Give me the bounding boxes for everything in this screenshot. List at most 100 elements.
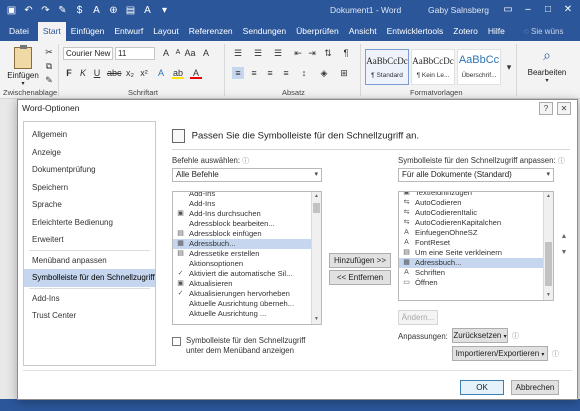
text-effects-icon[interactable]: A [155,67,167,79]
qat-scrollbar[interactable]: ▲ ▼ [543,192,553,300]
minimize-icon[interactable]: – [518,1,538,19]
tab-referenzen[interactable]: Referenzen [184,22,238,41]
nav-dokumentpruefung[interactable]: Dokumentprüfung [24,161,155,179]
qat-item[interactable]: ▦ Adressbuch... [399,258,544,268]
scroll-thumb[interactable] [313,203,320,213]
multilevel-list-icon[interactable]: ☰ [272,47,284,59]
remove-button[interactable]: << Entfernen [329,270,391,285]
command-item[interactable]: Add-Ins [173,199,312,209]
cancel-button[interactable]: Abbrechen [511,380,559,395]
ok-button[interactable]: OK [460,380,504,395]
change-case-icon[interactable]: Aa [184,47,196,59]
nav-erleichterte-bedienung[interactable]: Erleichterte Bedienung [24,214,155,232]
qat-item[interactable]: A FontReset [399,238,544,248]
tab-ueberpruefen[interactable]: Überprüfen [291,22,344,41]
bullets-icon[interactable]: ☰ [232,47,244,59]
command-item[interactable]: ▤ Adressetike erstellen [173,249,312,259]
italic-icon[interactable]: K [77,67,89,79]
scroll-down-icon[interactable]: ▼ [312,315,321,324]
choose-commands-dropdown[interactable]: Alle Befehle ▾ [172,168,322,182]
command-item[interactable]: Aktionsoptionen [173,259,312,269]
modify-button[interactable]: Ändern... [398,310,438,325]
underline-icon[interactable]: U [91,67,103,79]
nav-symbolleiste-schnellzugriff[interactable]: Symbolleiste für den Schnellzugriff [24,269,155,287]
command-item[interactable]: ✓ Aktualisierungen hervorheben [173,289,312,299]
cut-icon[interactable]: ✂ [43,46,55,58]
move-down-button[interactable]: ▼ [559,249,569,259]
text-icon[interactable]: A [89,3,104,18]
import-export-button[interactable]: Importieren/Exportieren ▾ [452,346,548,361]
font-color-icon[interactable]: A [190,67,202,79]
strikethrough-icon[interactable]: abc [107,67,122,79]
qat-item[interactable]: ⇆ AutoCodieren [399,198,544,208]
command-item[interactable]: Add-Ins [173,192,312,199]
font-size-combo[interactable]: 11 [115,47,155,60]
command-item[interactable]: ▣ Aktualisieren [173,279,312,289]
command-item[interactable]: ✓ Aktiviert die automatische Sil... [173,269,312,279]
decrease-indent-icon[interactable]: ⇤ [292,47,304,59]
scroll-down-icon[interactable]: ▼ [544,291,553,300]
grow-font-icon[interactable]: A [160,47,172,59]
bold-icon[interactable]: F [63,67,75,79]
increase-indent-icon[interactable]: ⇥ [306,47,318,59]
available-commands-list[interactable]: Add-Ins Add-Ins ▣ Add-Ins durchsuchen Adress… [172,191,322,325]
command-item[interactable]: ▦ Adressbuch... [173,239,312,249]
style-heading[interactable]: AaBbCc Überschrif... [457,49,501,85]
styles-more-icon[interactable]: ▾ [503,61,515,73]
tab-ansicht[interactable]: Ansicht [344,22,382,41]
tab-layout[interactable]: Layout [148,22,184,41]
nav-add-ins[interactable]: Add-Ins [24,290,155,308]
commands-scrollbar[interactable]: ▲ ▼ [311,192,321,324]
scroll-thumb[interactable] [545,242,552,286]
qat-item[interactable]: A Schriften [399,268,544,278]
redo-icon[interactable]: ↷ [38,3,53,18]
shrink-font-icon[interactable]: A [172,47,184,59]
tab-entwicklertools[interactable]: Entwicklertools [382,22,449,41]
borders-icon[interactable]: ⊞ [338,67,350,79]
insert-icon[interactable]: ⊕ [106,3,121,18]
command-item[interactable]: Adressblock bearbeiten... [173,219,312,229]
paste-icon[interactable]: ▤ [123,3,138,18]
tab-sendungen[interactable]: Sendungen [238,22,292,41]
style-no-spacing[interactable]: AaBbCcDc ¶ Kein Le... [411,49,455,85]
sort-icon[interactable]: ⇅ [322,47,334,59]
tab-einfuegen[interactable]: Einfügen [66,22,110,41]
ribbon-display-icon[interactable]: ▭ [498,1,518,19]
tab-start[interactable]: Start [37,22,66,41]
qat-item[interactable]: ⇆ AutoCodierenItalic [399,208,544,218]
paste-button[interactable]: Einfügen ▾ [6,45,40,87]
justify-icon[interactable]: ≡ [280,67,292,79]
dollar-icon[interactable]: $ [72,3,87,18]
nav-anzeige[interactable]: Anzeige [24,144,155,162]
user-name[interactable]: Gaby Salnsberg [428,5,489,15]
format-painter-icon[interactable]: ✎ [55,3,70,18]
reset-button[interactable]: Zurücksetzen ▾ [452,328,508,343]
qat-item[interactable]: ⇆ AutoCodierenKapitalchen [399,218,544,228]
tab-hilfe[interactable]: Hilfe [483,22,510,41]
command-item[interactable]: Aktuelle Ausrichtung ... [173,309,312,319]
nav-trust-center[interactable]: Trust Center [24,307,155,325]
close-icon[interactable]: ✕ [558,1,578,19]
qat-item[interactable]: ▭ Öffnen [399,278,544,288]
qat-item[interactable]: ▣ Textfeldhinzugen [399,192,544,198]
copy-icon[interactable]: ⧉ [43,60,55,72]
nav-erweitert[interactable]: Erweitert [24,231,155,249]
subscript-icon[interactable]: x₂ [124,67,136,79]
superscript-icon[interactable]: x² [138,67,150,79]
help-button[interactable]: ? [539,102,553,115]
maximize-icon[interactable]: □ [538,1,558,19]
font-icon[interactable]: A [140,3,155,18]
qat-commands-list[interactable]: ▣ Textfeldhinzugen ⇆ AutoCodieren ⇆ AutoCodie… [398,191,554,301]
tab-datei[interactable]: Datei [0,22,38,41]
clear-formatting-icon[interactable]: A [200,47,212,59]
font-name-combo[interactable]: Courier New [63,47,113,60]
add-button[interactable]: Hinzufügen >> [329,253,391,268]
command-item[interactable]: ▤ Adressblock einfügen [173,229,312,239]
tab-zotero[interactable]: Zotero [448,22,483,41]
scroll-up-icon[interactable]: ▲ [544,192,553,201]
tell-me-box[interactable]: ◌ Sie wüns [524,24,576,39]
close-button[interactable]: ✕ [557,102,571,115]
command-item[interactable]: ▣ Add-Ins durchsuchen [173,209,312,219]
nav-sprache[interactable]: Sprache [24,196,155,214]
move-up-button[interactable]: ▲ [559,233,569,243]
